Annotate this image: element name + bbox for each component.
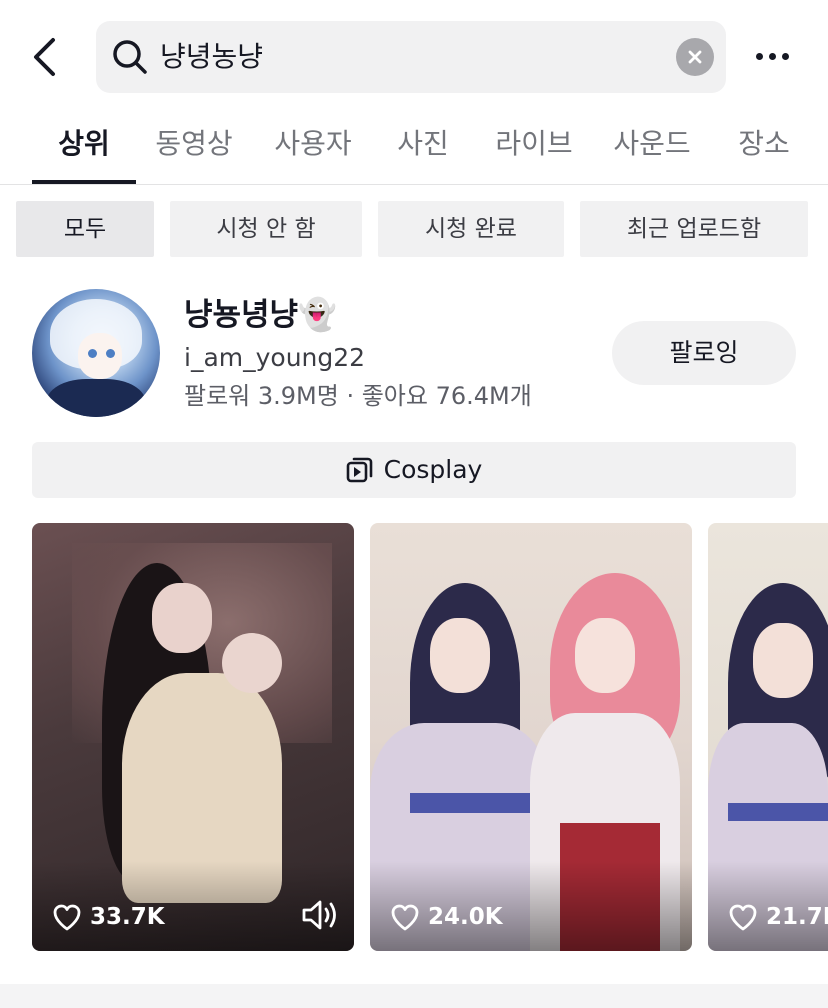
video-thumbnail[interactable]: 33.7K [32,523,354,951]
tab-top[interactable]: 상위 [32,124,136,164]
user-stats: 팔로워 3.9M명 · 좋아요 76.4M개 [184,382,532,410]
tab-places[interactable]: 장소 [722,124,806,164]
tab-live[interactable]: 라이브 [484,124,584,164]
bottom-divider [0,984,828,1008]
filter-not-watched[interactable]: 시청 안 함 [170,201,362,257]
video-thumbnail[interactable]: 21.7K [708,523,828,951]
more-dot-icon [768,52,776,60]
tab-users[interactable]: 사용자 [263,124,363,164]
tab-sounds[interactable]: 사운드 [602,124,702,164]
likes-count: 21.7K [766,904,828,930]
search-header: 냥녕농냥 [0,0,828,110]
tab-videos[interactable]: 동영상 [144,124,244,164]
more-options-button[interactable] [748,40,796,72]
search-icon [113,40,147,74]
search-query[interactable]: 냥녕농냥 [160,39,263,75]
likes-count: 24.0K [428,904,503,930]
cosplay-playlist-button[interactable]: Cosplay [32,442,796,498]
more-dot-icon [755,52,763,60]
video-likes: 33.7K [52,903,165,931]
tab-photos[interactable]: 사진 [380,124,466,164]
search-input[interactable]: 냥녕농냥 [96,21,726,93]
speaker-icon[interactable] [300,897,340,933]
avatar[interactable] [32,289,160,417]
likes-count: 33.7K [90,904,165,930]
video-thumbnail[interactable]: 24.0K [370,523,692,951]
filter-recently-uploaded[interactable]: 최근 업로드함 [580,201,808,257]
heart-icon [729,904,757,931]
back-button[interactable] [22,32,66,82]
heart-icon [53,904,81,931]
user-display-name[interactable]: 냥뇽녕냥👻 [184,294,337,336]
playlist-icon [346,457,372,483]
more-dot-icon [781,52,789,60]
clear-search-button[interactable] [676,38,714,76]
user-handle: i_am_young22 [184,343,366,372]
heart-icon [391,904,419,931]
filter-watched[interactable]: 시청 완료 [378,201,564,257]
following-button[interactable]: 팔로잉 [612,321,796,385]
close-icon [688,50,702,64]
chevron-left-icon [34,38,55,76]
playlist-label: Cosplay [383,455,483,484]
video-likes: 24.0K [390,903,503,931]
filter-all[interactable]: 모두 [16,201,154,257]
video-likes: 21.7K [728,903,828,931]
search-result-tabs: 상위 동영상 사용자 사진 라이브 사운드 장소 [0,110,828,185]
active-tab-indicator [32,180,136,184]
